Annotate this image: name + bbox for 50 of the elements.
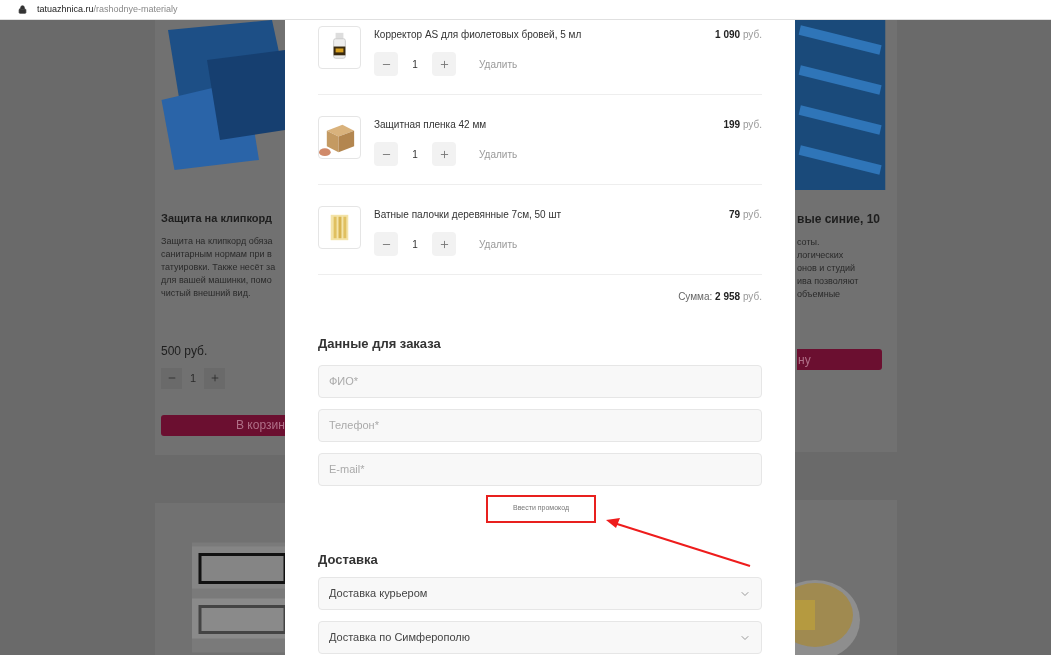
select-field[interactable]: Доставка курьером <box>318 577 762 610</box>
description-line: ива позволяют <box>797 275 859 288</box>
description-line: объемные <box>797 288 841 301</box>
add-to-cart-button[interactable]: В корзин <box>161 414 285 436</box>
plus-icon <box>438 58 450 70</box>
product-title: Защита на клипкорд <box>161 211 272 226</box>
description-line: санитарным нормам при в <box>161 247 272 261</box>
remove-link[interactable]: Удалить <box>479 146 518 162</box>
plus-icon <box>209 373 220 383</box>
product-title: вые синие, 10 <box>797 211 880 228</box>
decrease-button[interactable] <box>161 367 182 389</box>
section-title: Данные для заказа <box>318 335 442 353</box>
increase-button[interactable] <box>204 367 226 389</box>
description-line: логических <box>797 249 844 262</box>
input-field[interactable]: ФИО* <box>318 364 762 398</box>
increase-button[interactable] <box>432 232 456 256</box>
decrease-button[interactable] <box>374 52 398 76</box>
product-name: Защитная пленка 42 мм <box>374 118 487 132</box>
product-price: 500 руб. <box>161 342 209 360</box>
increase-button[interactable] <box>432 142 456 166</box>
quantity-value: 1 <box>411 147 419 162</box>
product-price: 79 руб. <box>729 208 762 222</box>
description-line: онов и студий <box>797 262 856 275</box>
increase-button[interactable] <box>432 52 456 76</box>
product-price: 1 090 руб. <box>715 28 762 42</box>
address-url[interactable]: tatuazhnica.ru/rashodnye-materialy <box>37 2 178 17</box>
quantity-value: 1 <box>190 370 197 386</box>
remove-link[interactable]: Удалить <box>479 236 518 252</box>
description-line: татуировки. Также несёт за <box>161 260 276 274</box>
decrease-button[interactable] <box>374 232 398 256</box>
description-line: Защита на клипкорд обяза <box>161 234 273 248</box>
plus-icon <box>438 238 450 250</box>
product-price: 199 руб. <box>723 118 762 132</box>
plus-icon <box>438 148 450 160</box>
lock-icon <box>18 5 27 14</box>
description-line: чистый внешний вид. <box>161 286 251 300</box>
product-name: Корректор AS для фиолетовых бровей, 5 мл <box>374 28 582 42</box>
description-line: соты. <box>797 236 820 249</box>
add-to-cart-button[interactable]: ну <box>797 349 882 370</box>
select-field[interactable]: Доставка по Симферополю <box>318 621 762 654</box>
quantity-value: 1 <box>411 57 419 72</box>
remove-link[interactable]: Удалить <box>479 56 518 72</box>
description-line: для вашей машинки, помо <box>161 273 272 287</box>
product-name: Ватные палочки деревянные 7см, 50 шт <box>374 208 562 222</box>
decrease-button[interactable] <box>374 142 398 166</box>
input-field[interactable]: Телефон* <box>318 408 762 442</box>
input-field[interactable]: E-mail* <box>318 452 762 486</box>
quantity-value: 1 <box>411 237 419 252</box>
order-sum: Сумма: 2 958 руб. <box>678 290 762 304</box>
section-title: Доставка <box>318 550 379 569</box>
